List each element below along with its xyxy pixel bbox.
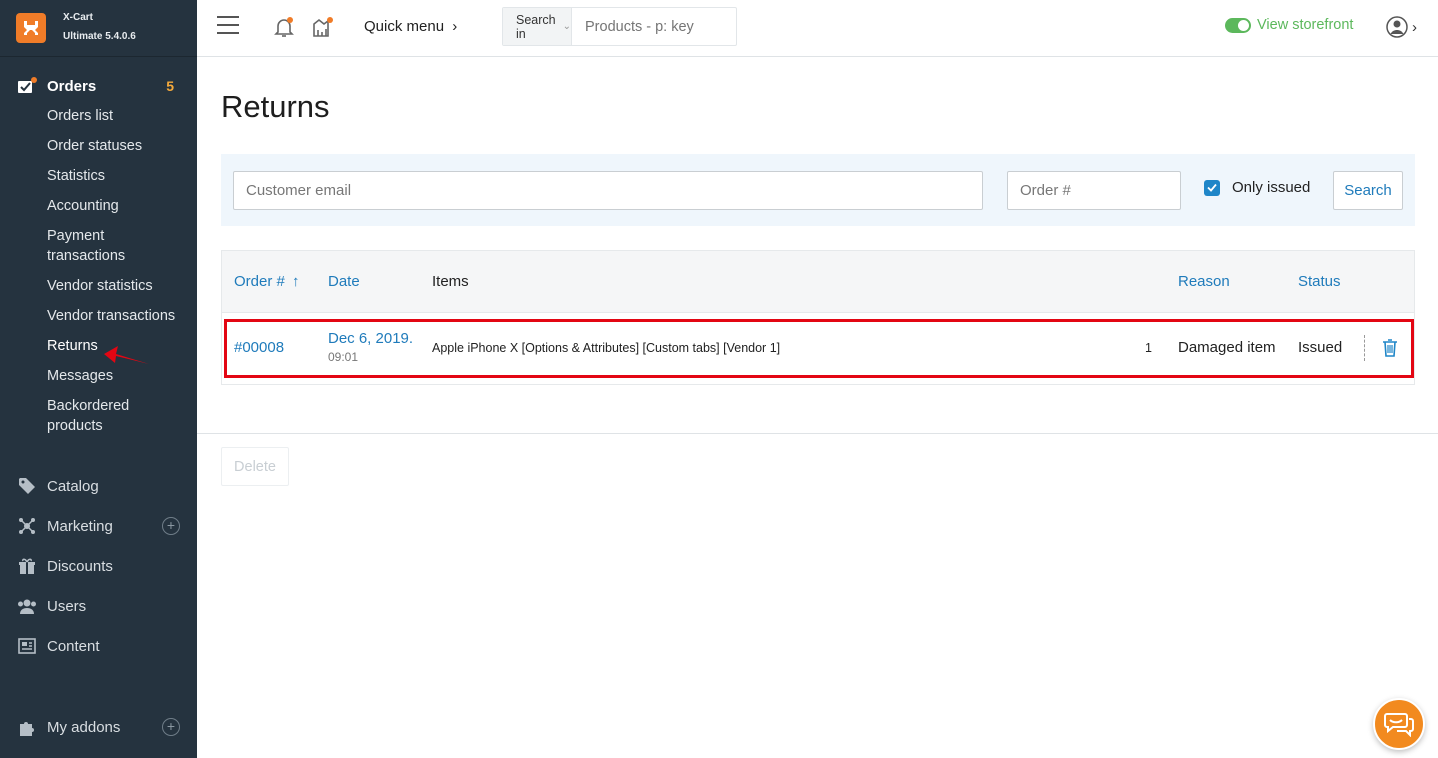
brand-text: X-Cart Ultimate 5.4.0.6 xyxy=(63,8,136,46)
search-in-dropdown[interactable]: Search in ⌄ xyxy=(503,8,572,45)
customer-email-input[interactable]: Customer email xyxy=(233,171,983,210)
sidebar-item-discounts-label: Discounts xyxy=(47,557,113,575)
return-status: Issued xyxy=(1298,339,1343,356)
returns-table: Order # ↑ Date Items Reason Status #0000… xyxy=(221,250,1415,385)
order-date-link[interactable]: Dec 6, 2019. xyxy=(328,330,413,347)
global-search: Search in ⌄ xyxy=(502,7,772,46)
main-content: Returns Customer email Order # Only issu… xyxy=(197,57,1438,758)
marketing-icon xyxy=(17,516,37,536)
sidebar-item-discounts[interactable]: Discounts xyxy=(0,551,197,581)
quick-menu-label: Quick menu xyxy=(364,18,445,35)
chevron-right-icon: › xyxy=(452,18,458,35)
order-number-input[interactable]: Order # xyxy=(1007,171,1181,210)
sidebar-item-returns[interactable]: Returns xyxy=(0,331,197,361)
search-in-label: Search in xyxy=(516,12,556,41)
chat-bubble-icon xyxy=(1384,713,1414,737)
column-header-status[interactable]: Status xyxy=(1298,273,1341,290)
actions-divider xyxy=(1364,335,1365,361)
order-number-placeholder: Order # xyxy=(1020,182,1071,199)
sidebar-item-my-addons-label: My addons xyxy=(47,718,121,736)
return-reason: Damaged item xyxy=(1178,339,1276,356)
checkmark-icon xyxy=(1207,183,1217,192)
table-row: #00008 Dec 6, 2019. 09:01 Apple iPhone X… xyxy=(224,319,1414,378)
sidebar-item-users-label: Users xyxy=(47,597,87,615)
delete-button[interactable]: Delete xyxy=(221,447,289,486)
bell-notification-icon[interactable] xyxy=(272,15,296,39)
sidebar-item-messages[interactable]: Messages xyxy=(0,361,197,391)
sidebar-item-accounting[interactable]: Accounting xyxy=(0,191,197,221)
orders-count-badge: 5 xyxy=(166,78,174,94)
sidebar-item-order-statuses[interactable]: Order statuses xyxy=(0,131,197,161)
sidebar-item-vendor-statistics[interactable]: Vendor statistics xyxy=(0,271,197,301)
users-icon xyxy=(17,596,37,616)
sidebar-nav: Orders 5 Orders list Order statuses Stat… xyxy=(0,71,197,661)
search-button[interactable]: Search xyxy=(1333,171,1403,210)
sidebar-item-marketing-label: Marketing xyxy=(47,517,113,535)
trash-icon[interactable] xyxy=(1382,339,1398,362)
sidebar-item-orders-list[interactable]: Orders list xyxy=(0,101,197,131)
column-header-order-label: Order # xyxy=(234,273,285,290)
order-number-link[interactable]: #00008 xyxy=(234,339,284,356)
view-storefront-label: View storefront xyxy=(1257,17,1354,33)
column-header-date[interactable]: Date xyxy=(328,273,360,290)
brand[interactable]: X-Cart Ultimate 5.4.0.6 xyxy=(0,0,197,57)
brand-name: X-Cart xyxy=(63,11,94,23)
orders-icon xyxy=(17,76,37,96)
sidebar-item-my-addons[interactable]: My addons + xyxy=(0,712,197,742)
table-header: Order # ↑ Date Items Reason Status xyxy=(222,251,1414,313)
sidebar-item-catalog[interactable]: Catalog xyxy=(0,471,197,501)
user-menu-button[interactable]: › xyxy=(1386,16,1417,38)
chevron-down-icon: ⌄ xyxy=(562,21,571,32)
user-avatar-icon xyxy=(1386,16,1408,38)
gift-icon xyxy=(17,556,37,576)
only-issued-checkbox[interactable] xyxy=(1204,179,1220,196)
addons-expand-plus-icon[interactable]: + xyxy=(162,718,180,736)
order-date-cell[interactable]: Dec 6, 2019. 09:01 xyxy=(328,330,413,364)
quick-menu-button[interactable]: Quick menu › xyxy=(364,18,457,35)
column-header-items: Items xyxy=(432,273,469,290)
column-header-reason[interactable]: Reason xyxy=(1178,273,1230,290)
only-issued-checkbox-group[interactable]: Only issued xyxy=(1204,179,1310,196)
xcart-logo-icon xyxy=(16,13,46,43)
red-arrow-annotation xyxy=(104,346,149,364)
top-header: Quick menu › Search in ⌄ View storefront… xyxy=(197,0,1438,57)
only-issued-label: Only issued xyxy=(1232,179,1311,196)
content-icon xyxy=(17,636,37,656)
puzzle-icon xyxy=(17,717,37,737)
sidebar-item-content[interactable]: Content xyxy=(0,631,197,661)
search-filter-panel: Customer email Order # Only issued Searc… xyxy=(221,154,1415,226)
storefront-toggle-switch[interactable] xyxy=(1225,17,1251,33)
chat-support-button[interactable] xyxy=(1373,698,1425,750)
global-search-input[interactable] xyxy=(572,8,772,45)
tag-icon xyxy=(17,476,37,496)
return-item-quantity: 1 xyxy=(1145,341,1152,355)
customer-email-placeholder: Customer email xyxy=(246,182,352,199)
return-item-name: Apple iPhone X [Options & Attributes] [C… xyxy=(432,341,781,355)
user-menu-chevron-icon: › xyxy=(1412,18,1417,36)
sidebar-item-content-label: Content xyxy=(47,637,100,655)
order-time: 09:01 xyxy=(328,350,359,364)
column-header-order[interactable]: Order # ↑ xyxy=(234,273,300,290)
sidebar-item-users[interactable]: Users xyxy=(0,591,197,621)
brand-version: Ultimate 5.4.0.6 xyxy=(63,30,136,42)
sort-arrow-up-icon: ↑ xyxy=(292,273,300,290)
view-storefront-toggle[interactable]: View storefront xyxy=(1225,17,1353,33)
sticky-panel-divider xyxy=(197,433,1438,434)
sidebar-item-orders-label: Orders xyxy=(47,77,97,95)
sidebar: X-Cart Ultimate 5.4.0.6 Orders 5 Orders … xyxy=(0,0,197,758)
sidebar-item-backordered-products[interactable]: Backordered products xyxy=(0,391,150,441)
sidebar-item-orders[interactable]: Orders 5 xyxy=(0,71,197,101)
marketing-expand-plus-icon[interactable]: + xyxy=(162,517,180,535)
hamburger-menu-icon[interactable] xyxy=(217,16,239,38)
page-title: Returns xyxy=(221,89,330,124)
sidebar-item-catalog-label: Catalog xyxy=(47,477,99,495)
sidebar-item-vendor-transactions[interactable]: Vendor transactions xyxy=(0,301,197,331)
sidebar-item-marketing[interactable]: Marketing + xyxy=(0,511,197,541)
sidebar-item-statistics[interactable]: Statistics xyxy=(0,161,197,191)
stats-chart-icon[interactable] xyxy=(311,15,335,39)
sidebar-item-payment-transactions[interactable]: Payment transactions xyxy=(0,221,150,271)
